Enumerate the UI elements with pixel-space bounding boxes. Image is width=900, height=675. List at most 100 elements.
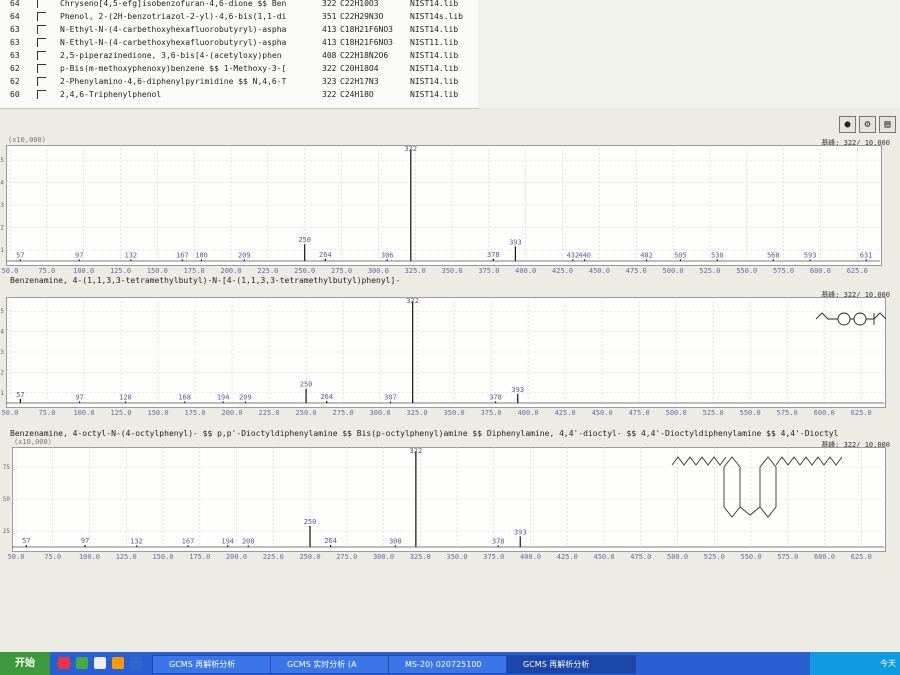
x-tick-label: 100.0 bbox=[73, 267, 94, 275]
peak-label: 432 bbox=[567, 252, 580, 260]
top-right-empty-area bbox=[478, 0, 900, 108]
x-tick-label: 450.0 bbox=[593, 553, 614, 561]
hit-name: 2,5-piperazinedione, 3,6-bis[4-(acetylox… bbox=[60, 51, 282, 60]
peak-label: 393 bbox=[509, 238, 522, 246]
quick-launch-icon[interactable] bbox=[94, 657, 106, 669]
hit-row[interactable]: 63 N-Ethyl-N-(4-carbethoxyhexafluorobutyr… bbox=[0, 23, 478, 36]
taskbar-item[interactable]: GCMS 实时分析 (A bbox=[270, 655, 400, 674]
quick-launch-icon[interactable] bbox=[130, 657, 142, 669]
hit-checkbox[interactable] bbox=[37, 25, 46, 34]
quick-launch-icon[interactable] bbox=[112, 657, 124, 669]
spectrum-panel: Benzenamine, 4-octyl-N-(4-octylphenyl)- … bbox=[0, 429, 900, 568]
spectrum-svg: 50.0 75.0 100.0 125.0 150.0 175.0 200.0 225.0 25… bbox=[0, 297, 887, 417]
hit-checkbox[interactable] bbox=[37, 12, 46, 21]
x-tick-label: 100.0 bbox=[73, 409, 94, 417]
hit-row[interactable]: 62 2-Phenylamino-4,6-diphenylpyrimidine $… bbox=[0, 75, 478, 88]
x-tick-label: 550.0 bbox=[740, 409, 761, 417]
hit-row[interactable]: 62 p-Bis(m-methoxyphenoxy)benzene $$ 1-Me… bbox=[0, 62, 478, 75]
taskbar-item[interactable]: MS-20) 020725100 bbox=[388, 655, 518, 674]
peak-label: 631 bbox=[860, 252, 873, 260]
hit-num: 64 bbox=[10, 12, 20, 21]
x-tick-label: 525.0 bbox=[704, 553, 725, 561]
x-tick-label: 225.0 bbox=[257, 267, 278, 275]
peak-label: 97 bbox=[75, 252, 83, 260]
hit-row[interactable]: 60 2,4,6-Triphenylphenol 322 C24H18O NIST14.… bbox=[0, 88, 478, 101]
peak-label: 322 bbox=[404, 145, 417, 153]
hit-checkbox[interactable] bbox=[37, 38, 46, 47]
x-tick-label: 500.0 bbox=[663, 267, 684, 275]
hit-name: N-Ethyl-N-(4-carbethoxyhexafluorobutyryl… bbox=[60, 38, 287, 47]
hit-num: 62 bbox=[10, 64, 20, 73]
peak-label: 308 bbox=[389, 538, 402, 546]
hit-name: Phenol, 2-(2H-benzotriazol-2-yl)-4,6-bis… bbox=[60, 12, 287, 21]
x-tick-label: 150.0 bbox=[147, 267, 168, 275]
hit-row[interactable]: 63 2,5-piperazinedione, 3,6-bis[4-(acetyl… bbox=[0, 49, 478, 62]
y-tick-label: 4 bbox=[0, 329, 4, 336]
quick-launch-icon[interactable] bbox=[58, 657, 70, 669]
x-tick-label: 350.0 bbox=[444, 409, 465, 417]
peak-label: 440 bbox=[578, 252, 591, 260]
x-tick-label: 75.0 bbox=[39, 409, 56, 417]
peak-label: 530 bbox=[711, 252, 724, 260]
peak-label: 306 bbox=[381, 252, 394, 260]
system-tray[interactable]: 今天 bbox=[810, 652, 900, 675]
hit-name: 2,4,6-Triphenylphenol bbox=[60, 90, 162, 99]
x-tick-label: 325.0 bbox=[405, 267, 426, 275]
x-tick-label: 175.0 bbox=[184, 267, 205, 275]
x-tick-label: 550.0 bbox=[736, 267, 757, 275]
hit-lib: NIST14.lib bbox=[410, 0, 459, 8]
x-tick-label: 550.0 bbox=[741, 553, 762, 561]
taskbar-item-active[interactable]: GCMS 再解析分析 bbox=[506, 655, 636, 674]
hit-lib: NIST14s.lib bbox=[410, 12, 463, 21]
peak-label: 264 bbox=[324, 537, 337, 545]
peak-label: 57 bbox=[22, 537, 30, 545]
hit-name: p-Bis(m-methoxyphenoxy)benzene $$ 1-Meth… bbox=[60, 64, 287, 73]
peak-label: 128 bbox=[119, 394, 132, 402]
library-hit-list: 64 Chryseno[4,5-efg]isobenzofuran-4,6-dio… bbox=[0, 0, 479, 109]
hit-checkbox[interactable] bbox=[37, 51, 46, 60]
x-tick-label: 275.0 bbox=[331, 267, 352, 275]
spectrum-title: Benzenamine, 4-octyl-N-(4-octylphenyl)- … bbox=[10, 429, 839, 438]
chart-tools-icon[interactable]: ⚙ bbox=[859, 116, 876, 133]
x-tick-label: 200.0 bbox=[220, 267, 241, 275]
hit-checkbox[interactable] bbox=[37, 77, 46, 86]
hit-row[interactable]: 64 Chryseno[4,5-efg]isobenzofuran-4,6-dio… bbox=[0, 0, 478, 10]
hit-row[interactable]: 64 Phenol, 2-(2H-benzotriazol-2-yl)-4,6-b… bbox=[0, 10, 478, 23]
print-icon[interactable]: ▤ bbox=[879, 116, 896, 133]
x-tick-label: 325.0 bbox=[410, 553, 431, 561]
peak-label: 505 bbox=[674, 252, 687, 260]
y-tick-label: 3 bbox=[0, 202, 4, 209]
x-tick-label: 525.0 bbox=[703, 409, 724, 417]
x-tick-label: 75.0 bbox=[38, 267, 55, 275]
spectrum-title: Benzenamine, 4-(1,1,3,3-tetramethylbutyl… bbox=[10, 276, 401, 285]
x-tick-label: 475.0 bbox=[626, 267, 647, 275]
x-tick-label: 475.0 bbox=[629, 409, 650, 417]
hit-lib: NIST14.lib bbox=[410, 77, 459, 86]
hit-mw: 351 bbox=[322, 12, 337, 21]
x-tick-label: 475.0 bbox=[630, 553, 651, 561]
x-tick-label: 125.0 bbox=[110, 267, 131, 275]
start-button[interactable]: 开始 bbox=[0, 652, 50, 675]
x-tick-label: 225.0 bbox=[259, 409, 280, 417]
hit-num: 63 bbox=[10, 38, 20, 47]
x-tick-label: 400.0 bbox=[515, 267, 536, 275]
molecule-structure-drawing bbox=[815, 312, 887, 326]
quick-launch-icon[interactable] bbox=[76, 657, 88, 669]
hit-mw: 413 bbox=[322, 25, 337, 34]
peak-label: 568 bbox=[767, 252, 780, 260]
hit-name: Chryseno[4,5-efg]isobenzofuran-4,6-dione… bbox=[60, 0, 287, 8]
hit-checkbox[interactable] bbox=[37, 0, 46, 8]
x-tick-label: 275.0 bbox=[333, 409, 354, 417]
x-tick-label: 625.0 bbox=[851, 409, 872, 417]
hit-num: 63 bbox=[10, 25, 20, 34]
taskbar-item[interactable]: GCMS 再解析分析 bbox=[152, 655, 282, 674]
peak-label: 322 bbox=[406, 297, 419, 305]
hit-lib: NIST14.lib bbox=[410, 25, 459, 34]
hit-checkbox[interactable] bbox=[37, 64, 46, 73]
y-tick-label: 1 bbox=[0, 247, 4, 254]
hit-checkbox[interactable] bbox=[37, 90, 46, 99]
hit-lib: NIST14.lib bbox=[410, 90, 459, 99]
hit-row[interactable]: 63 N-Ethyl-N-(4-carbethoxyhexafluorobutyr… bbox=[0, 36, 478, 49]
record-icon[interactable]: ● bbox=[839, 116, 856, 133]
hit-mw: 413 bbox=[322, 38, 337, 47]
